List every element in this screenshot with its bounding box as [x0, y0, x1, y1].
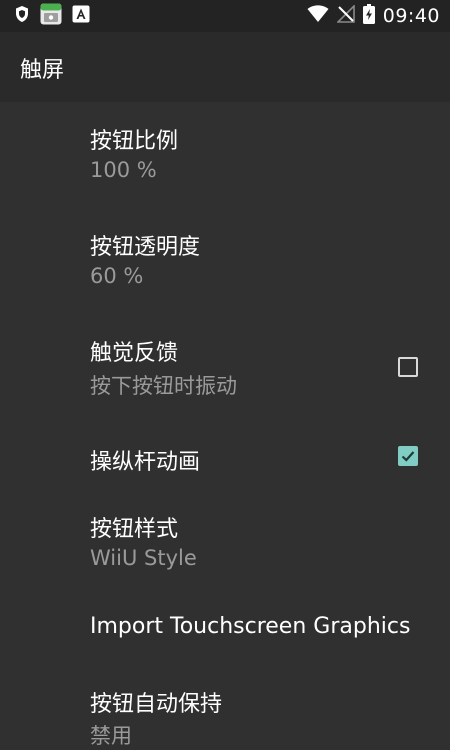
status-bar: 09:40 — [0, 0, 450, 32]
setting-title: Import Touchscreen Graphics — [90, 614, 411, 639]
setting-haptic-feedback[interactable]: 触觉反馈 按下按钮时振动 — [0, 314, 450, 422]
settings-list: 按钮比例 100 % 按钮透明度 60 % 触觉反馈 按下按钮时振动 操纵杆动画… — [0, 102, 450, 750]
setting-button-opacity[interactable]: 按钮透明度 60 % — [0, 208, 450, 314]
setting-title: 触觉反馈 — [90, 341, 179, 366]
wifi-icon — [307, 5, 329, 27]
haptic-feedback-checkbox[interactable] — [398, 357, 418, 377]
font-a-icon — [72, 5, 90, 27]
no-signal-icon — [335, 4, 355, 27]
clock: 09:40 — [382, 5, 440, 27]
setting-summary: WiiU Style — [90, 546, 197, 570]
setting-button-scale[interactable]: 按钮比例 100 % — [0, 102, 450, 208]
setting-summary: 60 % — [90, 264, 144, 288]
page-title: 触屏 — [20, 58, 65, 83]
battery-charging-icon — [362, 4, 375, 28]
setting-title: 按钮透明度 — [90, 235, 201, 260]
joystick-animation-checkbox[interactable] — [398, 446, 418, 466]
setting-title: 按钮样式 — [90, 517, 179, 542]
app-toolbar: 触屏 — [0, 32, 450, 102]
setting-summary: 禁用 — [90, 724, 132, 748]
setting-joystick-animation[interactable]: 操纵杆动画 — [0, 422, 450, 492]
app-notification-icon — [40, 3, 62, 29]
setting-button-auto-hold[interactable]: 按钮自动保持 禁用 — [0, 669, 450, 750]
status-left-icons — [14, 3, 90, 29]
setting-title: 按钮自动保持 — [90, 692, 223, 717]
setting-title: 按钮比例 — [90, 129, 179, 154]
screen: 09:40 触屏 按钮比例 100 % 按钮透明度 60 % 触觉反馈 按下按钮… — [0, 0, 450, 750]
checkmark-icon — [401, 451, 415, 462]
setting-button-style[interactable]: 按钮样式 WiiU Style — [0, 492, 450, 597]
setting-summary: 按下按钮时振动 — [90, 374, 237, 398]
status-right-icons: 09:40 — [307, 4, 440, 28]
setting-summary: 100 % — [90, 158, 157, 182]
setting-import-touchscreen-graphics[interactable]: Import Touchscreen Graphics — [0, 597, 450, 669]
setting-title: 操纵杆动画 — [90, 450, 201, 475]
shield-icon — [14, 5, 30, 27]
